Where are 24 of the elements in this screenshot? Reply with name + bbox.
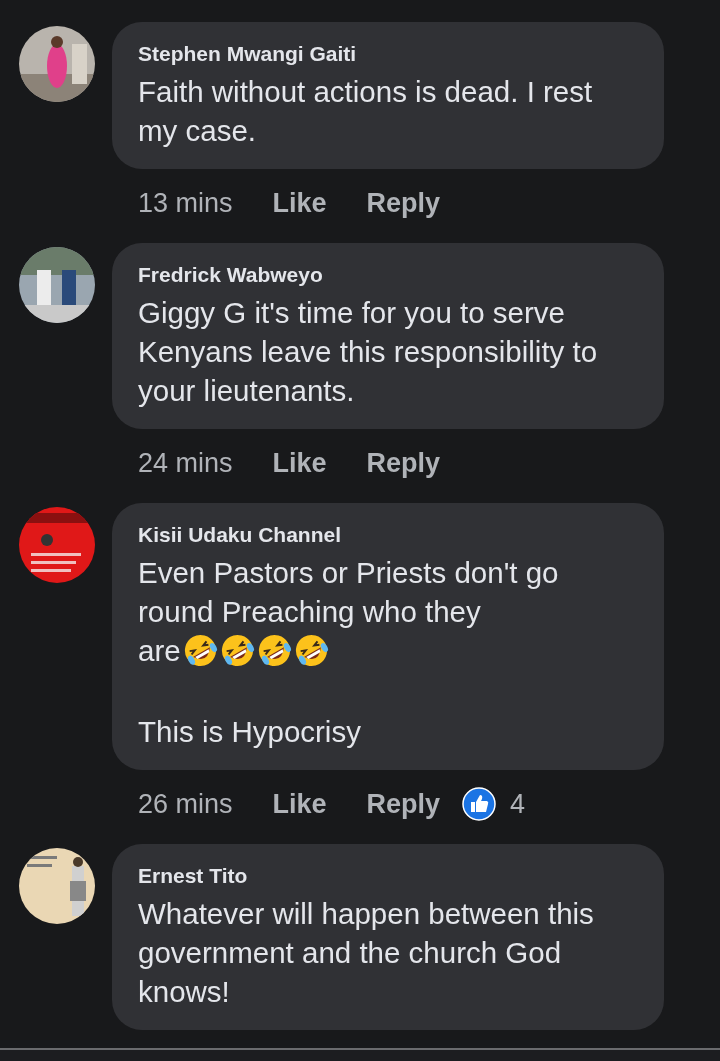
reply-link[interactable]: Reply bbox=[366, 187, 441, 219]
laughing-face-icon bbox=[219, 633, 255, 668]
comment-text: This is Hypocrisy bbox=[138, 714, 362, 750]
comment-time: 26 mins bbox=[138, 788, 233, 820]
author-name: Fredrick Wabweyo bbox=[138, 262, 324, 288]
reaction-count: 4 bbox=[510, 788, 526, 820]
comment-time: 24 mins bbox=[138, 447, 233, 479]
like-reaction-icon bbox=[462, 787, 497, 821]
laughing-face-icon bbox=[293, 633, 329, 668]
comment-text: Even Pastors or Priests don't go round Preaching who they are bbox=[138, 555, 560, 670]
comment-text: Faith without actions is dead. I rest my case. bbox=[138, 74, 594, 149]
author-name: Ernest Tito bbox=[138, 863, 249, 889]
reply-link[interactable]: Reply bbox=[366, 788, 441, 820]
comment-text: Whatever will happen between this government and the church God knows! bbox=[138, 896, 595, 1010]
like-link[interactable]: Like bbox=[272, 788, 327, 820]
author-name: Stephen Mwangi Gaiti bbox=[138, 41, 358, 67]
author-name: Kisii Udaku Channel bbox=[138, 522, 343, 548]
comment-text: Giggy G it's time for you to serve Kenyans leave this responsibility to your lieutenants. bbox=[138, 295, 599, 409]
like-link[interactable]: Like bbox=[272, 447, 327, 479]
laughing-face-icon bbox=[256, 633, 292, 668]
comment-time: 13 mins bbox=[138, 187, 233, 219]
like-link[interactable]: Like bbox=[272, 187, 327, 219]
laughing-face-icon bbox=[182, 633, 218, 668]
reply-link[interactable]: Reply bbox=[366, 447, 441, 479]
